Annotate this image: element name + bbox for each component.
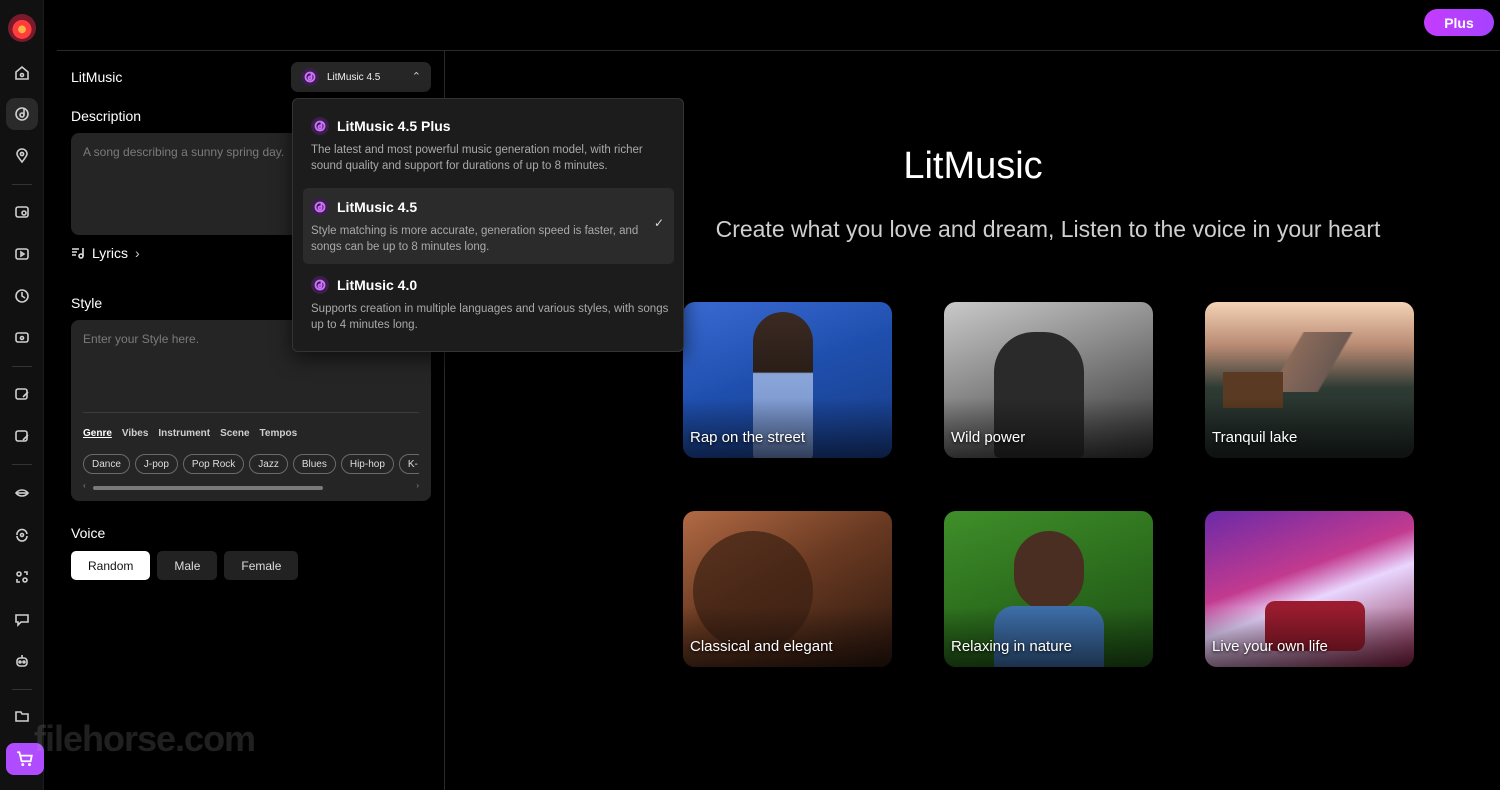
lyrics-icon xyxy=(72,248,84,259)
voice-male-button[interactable]: Male xyxy=(157,551,218,580)
lips-icon[interactable] xyxy=(6,477,38,509)
card-caption: Tranquil lake xyxy=(1212,429,1298,446)
model-option[interactable]: LitMusic 4.0 Supports creation in multip… xyxy=(303,266,674,342)
voice-label: Voice xyxy=(71,525,106,541)
video-music-icon[interactable] xyxy=(6,238,38,270)
people-swap-icon[interactable] xyxy=(6,561,38,593)
card-shade xyxy=(944,607,1153,667)
model-option-title: LitMusic 4.5 xyxy=(337,199,418,215)
card-caption: Classical and elegant xyxy=(690,638,833,655)
top-bar: Plus xyxy=(57,0,1500,51)
lyrics-label: Lyrics xyxy=(92,245,129,261)
style-tabs: Genre Vibes Instrument Scene Tempos xyxy=(83,428,297,439)
model-option[interactable]: LitMusic 4.5 Plus The latest and most po… xyxy=(303,107,674,183)
chip-jazz[interactable]: Jazz xyxy=(249,454,288,474)
card-shade xyxy=(1205,607,1414,667)
tab-vibes[interactable]: Vibes xyxy=(122,428,149,439)
plus-button[interactable]: Plus xyxy=(1424,9,1494,36)
edit-music-icon[interactable] xyxy=(6,378,38,410)
model-dropdown: LitMusic 4.5 Plus The latest and most po… xyxy=(292,98,684,352)
inspiration-card[interactable]: Rap on the street xyxy=(683,302,892,458)
card-shade xyxy=(683,607,892,667)
card-caption: Rap on the street xyxy=(690,429,806,446)
lyrics-toggle[interactable]: Lyrics › xyxy=(71,245,140,261)
model-option-desc: The latest and most powerful music gener… xyxy=(311,144,643,172)
home-icon[interactable] xyxy=(6,57,38,89)
tab-instrument[interactable]: Instrument xyxy=(158,428,210,439)
inspiration-card[interactable]: Relaxing in nature xyxy=(944,511,1153,667)
rail-divider xyxy=(12,366,32,367)
scrollbar-thumb[interactable] xyxy=(93,486,323,490)
scroll-left-icon[interactable]: ‹ xyxy=(83,481,86,490)
chip-pop-rock[interactable]: Pop Rock xyxy=(182,454,245,474)
chip-hip-hop[interactable]: Hip-hop xyxy=(340,454,394,474)
model-option-title: LitMusic 4.0 xyxy=(337,277,418,293)
inspiration-card[interactable]: Classical and elegant xyxy=(683,511,892,667)
location-pin-icon[interactable] xyxy=(6,140,38,172)
chip-jpop[interactable]: J-pop xyxy=(134,454,178,474)
tab-scene[interactable]: Scene xyxy=(220,428,249,439)
music-disc-icon xyxy=(311,198,329,216)
music-disc-icon xyxy=(311,276,329,294)
voice-options: Random Male Female xyxy=(71,551,299,580)
scroll-right-icon[interactable]: › xyxy=(416,481,419,490)
card-shade xyxy=(1205,398,1414,458)
voice-female-button[interactable]: Female xyxy=(224,551,299,580)
voice-random-button[interactable]: Random xyxy=(71,551,151,580)
music-disc-icon xyxy=(301,68,319,86)
card-caption: Wild power xyxy=(951,429,1026,446)
tab-tempos[interactable]: Tempos xyxy=(260,428,298,439)
rail-divider xyxy=(12,184,32,185)
card-caption: Relaxing in nature xyxy=(951,638,1072,655)
music-disc-icon xyxy=(311,117,329,135)
chip-blues[interactable]: Blues xyxy=(292,454,336,474)
rail-divider xyxy=(12,689,32,690)
chevron-up-icon: ⌃ xyxy=(411,71,421,83)
model-label: LitMusic xyxy=(71,69,123,85)
model-option-desc: Style matching is more accurate, generat… xyxy=(311,225,639,253)
music-disc-icon[interactable] xyxy=(6,98,38,130)
inspiration-card[interactable]: Tranquil lake xyxy=(1205,302,1414,458)
image-music-icon[interactable] xyxy=(6,196,38,228)
chevron-right-icon: › xyxy=(135,245,140,261)
model-option-title: LitMusic 4.5 Plus xyxy=(337,118,451,134)
robot-icon[interactable] xyxy=(6,645,38,677)
style-divider xyxy=(83,412,419,413)
watermark: filehorse.com xyxy=(34,718,256,759)
icon-rail xyxy=(0,0,44,790)
card-shade xyxy=(683,398,892,458)
chip-k[interactable]: K- xyxy=(398,454,419,474)
style-placeholder: Enter your Style here. xyxy=(83,332,200,346)
check-icon: ✓ xyxy=(653,216,664,230)
chat-music-icon[interactable] xyxy=(6,322,38,354)
model-option-selected[interactable]: LitMusic 4.5 Style matching is more accu… xyxy=(303,188,674,264)
chip-scrollbar[interactable]: ‹ › xyxy=(83,481,419,492)
photo-edit-icon[interactable] xyxy=(6,420,38,452)
model-option-desc: Supports creation in multiple languages … xyxy=(311,303,669,331)
chat-bubble-icon[interactable] xyxy=(6,603,38,635)
card-image xyxy=(1014,531,1084,611)
style-label: Style xyxy=(71,295,103,311)
model-select[interactable]: LitMusic 4.5 ⌃ xyxy=(291,62,431,92)
chip-dance[interactable]: Dance xyxy=(83,454,130,474)
inspiration-card[interactable]: Wild power xyxy=(944,302,1153,458)
card-caption: Live your own life xyxy=(1212,638,1328,655)
description-placeholder: A song describing a sunny spring day. xyxy=(83,145,285,159)
refresh-face-icon[interactable] xyxy=(6,519,38,551)
model-select-value: LitMusic 4.5 xyxy=(327,71,381,83)
card-shade xyxy=(944,398,1153,458)
inspiration-card[interactable]: Live your own life xyxy=(1205,511,1414,667)
style-chip-list: Dance J-pop Pop Rock Jazz Blues Hip-hop … xyxy=(83,454,419,474)
rail-divider xyxy=(12,464,32,465)
tab-genre[interactable]: Genre xyxy=(83,428,112,439)
history-icon[interactable] xyxy=(6,280,38,312)
app-logo-icon[interactable] xyxy=(8,14,36,42)
description-label: Description xyxy=(71,108,142,124)
